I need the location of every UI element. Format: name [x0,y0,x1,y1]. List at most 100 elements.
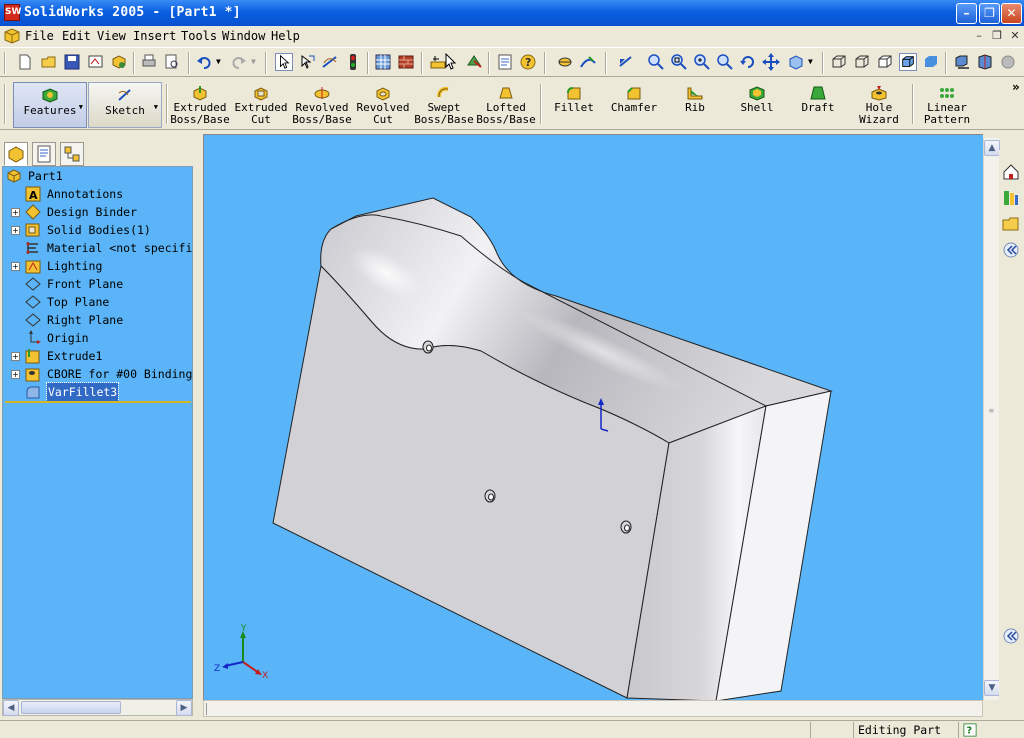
print-icon[interactable] [140,53,158,71]
select-other-icon[interactable] [298,53,316,71]
menu-edit[interactable]: Edit [62,29,91,43]
scroll-up-icon[interactable]: ▲ [984,140,1000,156]
shaded-icon[interactable] [922,53,940,71]
expand-icon[interactable]: + [11,208,20,217]
wireframe-icon[interactable] [830,53,848,71]
shadows-icon[interactable] [953,53,971,71]
collapse-pane-icon[interactable] [1001,240,1021,260]
file-explorer-icon[interactable] [1001,214,1021,234]
tree-item-varfillet3[interactable]: VarFillet3 [3,382,192,402]
section-view-icon[interactable] [976,53,994,71]
linear-pattern-button[interactable]: Linear Pattern [918,82,976,128]
zoom-to-area-icon[interactable] [670,53,688,71]
open-folder-icon[interactable] [40,53,58,71]
sketch-3d-icon[interactable] [321,53,339,71]
scroll-right-icon[interactable]: ▶ [176,700,192,716]
make-drawing-icon[interactable] [87,53,105,71]
expand-icon[interactable]: + [11,226,20,235]
new-document-icon[interactable] [16,53,34,71]
features-dropdown-icon[interactable]: ▼ [79,103,83,111]
move-component-icon[interactable] [465,53,483,71]
expand-icon[interactable]: + [11,352,20,361]
tree-item-material[interactable]: Material <not specified> [3,239,192,257]
tree-root-part[interactable]: Part1 [3,167,192,185]
restore-button[interactable]: ❐ [979,3,1000,24]
scroll-grip[interactable]: ≡ [989,406,994,415]
options-grid-icon[interactable] [374,53,392,71]
undo-icon[interactable] [195,53,213,71]
expand-icon[interactable]: + [11,262,20,271]
part-model[interactable]: Y X Z [204,135,983,700]
home-icon[interactable] [1001,162,1021,182]
extruded-cut-button[interactable]: Extruded Cut [232,82,290,128]
counterbore-hole[interactable] [484,489,496,503]
extruded-boss-button[interactable]: Extruded Boss/Base [170,82,230,128]
doc-close-icon[interactable]: ✕ [1008,29,1022,43]
tree-item-top-plane[interactable]: Top Plane [3,293,192,311]
doc-minimize-icon[interactable]: – [972,29,986,43]
zoom-to-selection-icon[interactable] [716,53,734,71]
rebuild-traffic-light-icon[interactable] [344,53,362,71]
make-assembly-icon[interactable] [110,53,128,71]
minimize-button[interactable]: – [956,3,977,24]
tab-feature-manager[interactable] [4,142,28,166]
tree-item-front-plane[interactable]: Front Plane [3,275,192,293]
doc-restore-icon[interactable]: ❐ [990,29,1004,43]
rib-button[interactable]: Rib [672,82,718,128]
rotate-view-icon[interactable] [739,53,757,71]
counterbore-hole[interactable] [620,520,632,534]
tree-item-design-binder[interactable]: + Design Binder [3,203,192,221]
rollback-bar[interactable] [5,401,191,403]
tree-item-solid-bodies[interactable]: + Solid Bodies(1) [3,221,192,239]
save-icon[interactable] [63,53,81,71]
expand-pane-icon[interactable] [1001,626,1021,646]
features-tab[interactable]: Features ▼ [13,82,87,128]
hole-wizard-button[interactable]: Hole Wizard [854,82,904,128]
expand-icon[interactable]: + [11,370,20,379]
pan-icon[interactable] [762,53,780,71]
select-pointer-icon[interactable] [275,53,293,71]
fillet-button[interactable]: Fillet [548,82,600,128]
scroll-thumb[interactable] [21,701,121,714]
zoom-in-out-icon[interactable] [693,53,711,71]
graphics-area[interactable]: Y X Z [203,134,983,700]
hidden-lines-visible-icon[interactable] [853,53,871,71]
sketch-dropdown-icon[interactable]: ▼ [154,103,158,111]
chamfer-button[interactable]: Chamfer [606,82,662,128]
properties-icon[interactable] [496,53,514,71]
tree-item-annotations[interactable]: A Annotations [3,185,192,203]
zoom-to-fit-icon[interactable] [647,53,665,71]
shell-button[interactable]: Shell [734,82,780,128]
previous-view-icon[interactable] [617,53,635,71]
sketch-relations-icon[interactable] [556,53,574,71]
viewport-vertical-scrollbar[interactable]: ▲ ≡ ▼ [983,138,1000,700]
menu-window[interactable]: Window [222,29,265,43]
viewport-horizontal-scrollbar[interactable] [203,700,983,717]
menu-help[interactable]: Help [271,29,300,43]
tree-horizontal-scrollbar[interactable]: ◀ ▶ [2,699,193,716]
menu-tools[interactable]: Tools [181,29,217,43]
status-help[interactable]: ? [958,722,988,738]
scroll-down-icon[interactable]: ▼ [984,680,1000,696]
tab-configuration-manager[interactable] [60,142,84,166]
standard-views-icon[interactable] [787,53,805,71]
sketch-tab[interactable]: Sketch ▼ [88,82,162,128]
design-library-icon[interactable] [1001,188,1021,208]
menu-insert[interactable]: Insert [133,29,176,43]
menu-file[interactable]: File [25,29,54,43]
scroll-left-icon[interactable]: ◀ [3,700,19,716]
revolved-cut-button[interactable]: Revolved Cut [354,82,412,128]
shaded-with-edges-icon[interactable] [899,53,917,71]
tree-item-cbore-hole[interactable]: + CBORE for #00 Binding Head [3,365,192,383]
close-button[interactable]: ✕ [1001,3,1022,24]
swept-boss-button[interactable]: Swept Boss/Base [414,82,474,128]
print-preview-icon[interactable] [163,53,181,71]
hidden-lines-removed-icon[interactable] [876,53,894,71]
tree-item-origin[interactable]: Origin [3,329,192,347]
tree-item-extrude1[interactable]: + Extrude1 [3,347,192,365]
revolved-boss-button[interactable]: Revolved Boss/Base [292,82,352,128]
redo-icon[interactable] [230,53,248,71]
help-icon[interactable]: ? [963,723,977,737]
lofted-boss-button[interactable]: Lofted Boss/Base [476,82,536,128]
trim-extend-icon[interactable] [579,53,597,71]
